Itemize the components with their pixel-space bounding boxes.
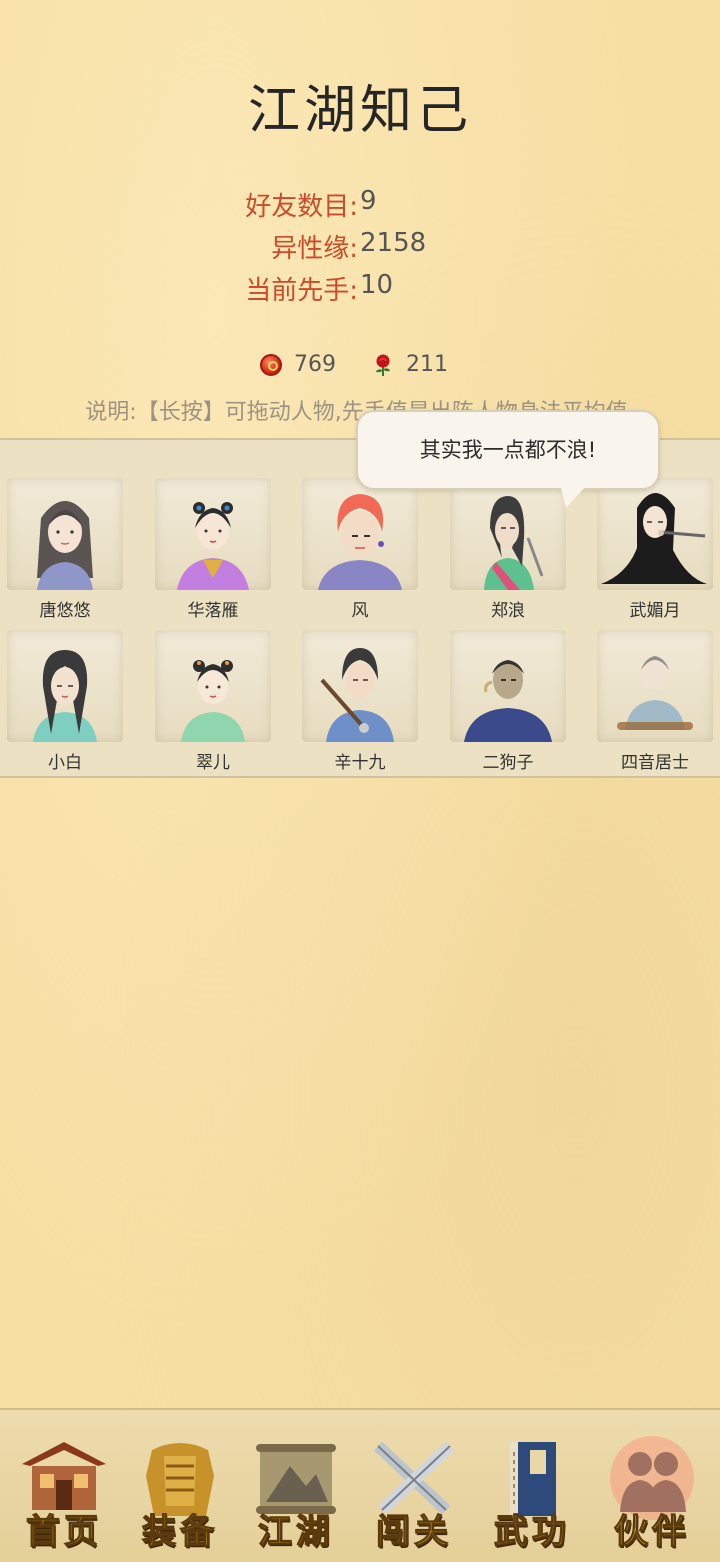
character-name: 辛十九 bbox=[334, 753, 386, 773]
character-name: 风 bbox=[351, 601, 369, 621]
stat-value: 2158 bbox=[360, 228, 427, 258]
nav-label: 伙伴 bbox=[613, 1511, 690, 1552]
stat-label: 好友数目: bbox=[245, 192, 358, 222]
character-portrait bbox=[450, 630, 566, 742]
nav-label: 装备 bbox=[141, 1511, 218, 1552]
currency-bar: 769 211 bbox=[0, 352, 720, 388]
stat-charm: 异性缘: 2158 bbox=[0, 228, 720, 264]
stat-label: 异性缘: bbox=[271, 234, 358, 264]
stat-value: 10 bbox=[360, 270, 394, 300]
stat-initiative: 当前先手: 10 bbox=[0, 270, 720, 306]
character-card[interactable]: 华落雁 bbox=[148, 478, 278, 621]
rose-icon bbox=[376, 354, 390, 376]
nav-label: 武功 bbox=[493, 1511, 570, 1552]
nav-label: 江湖 bbox=[257, 1511, 334, 1552]
character-portrait bbox=[597, 478, 713, 590]
character-card[interactable]: 小白 bbox=[0, 630, 130, 773]
stat-label: 当前先手: bbox=[245, 276, 358, 306]
character-portrait bbox=[155, 478, 271, 590]
coin-counter: 769 bbox=[260, 352, 336, 377]
stat-value: 9 bbox=[360, 186, 377, 216]
character-card[interactable]: 郑浪 bbox=[443, 478, 573, 621]
character-name: 唐悠悠 bbox=[39, 601, 91, 621]
character-name: 郑浪 bbox=[491, 601, 525, 621]
character-card[interactable]: 风 bbox=[295, 478, 425, 621]
character-portrait bbox=[7, 478, 123, 590]
speech-bubble-tail bbox=[560, 484, 588, 508]
nav-martial-arts[interactable]: 武功 bbox=[476, 1430, 588, 1553]
character-portrait bbox=[302, 478, 418, 590]
nav-jianghu[interactable]: 江湖 bbox=[240, 1430, 352, 1553]
nav-equipment[interactable]: 装备 bbox=[124, 1430, 236, 1553]
red-coin-icon bbox=[260, 353, 282, 376]
character-name: 小白 bbox=[48, 753, 82, 773]
character-name: 翠儿 bbox=[196, 753, 230, 773]
speech-bubble: 其实我一点都不浪! bbox=[356, 410, 660, 490]
character-name: 华落雁 bbox=[187, 601, 239, 621]
character-card[interactable]: 二狗子 bbox=[443, 630, 573, 773]
nav-challenge[interactable]: 闯关 bbox=[358, 1430, 470, 1553]
stat-friend-count: 好友数目: 9 bbox=[0, 186, 720, 222]
character-portrait bbox=[7, 630, 123, 742]
character-portrait bbox=[302, 630, 418, 742]
character-portrait bbox=[597, 630, 713, 742]
character-name: 四音居士 bbox=[621, 753, 689, 773]
character-portrait bbox=[155, 630, 271, 742]
nav-companions[interactable]: 伙伴 bbox=[596, 1430, 708, 1553]
character-portrait bbox=[450, 478, 566, 590]
character-name: 二狗子 bbox=[482, 753, 534, 773]
page-title: 江湖知己 bbox=[247, 81, 472, 141]
character-card[interactable]: 唐悠悠 bbox=[0, 478, 130, 621]
character-card[interactable]: 四音居士 bbox=[590, 630, 720, 773]
character-card[interactable]: 武媚月 bbox=[590, 478, 720, 621]
coin-value: 769 bbox=[294, 352, 336, 377]
character-card[interactable]: 辛十九 bbox=[295, 630, 425, 773]
nav-label: 闯关 bbox=[375, 1511, 452, 1552]
bottom-nav: 首页 装备 江湖 闯关 武功 伙伴 bbox=[0, 1408, 720, 1562]
rose-counter: 211 bbox=[372, 352, 448, 377]
nav-home[interactable]: 首页 bbox=[8, 1430, 120, 1553]
rose-value: 211 bbox=[406, 352, 448, 377]
character-card[interactable]: 翠儿 bbox=[148, 630, 278, 773]
character-name: 武媚月 bbox=[629, 601, 681, 621]
nav-label: 首页 bbox=[25, 1511, 102, 1552]
